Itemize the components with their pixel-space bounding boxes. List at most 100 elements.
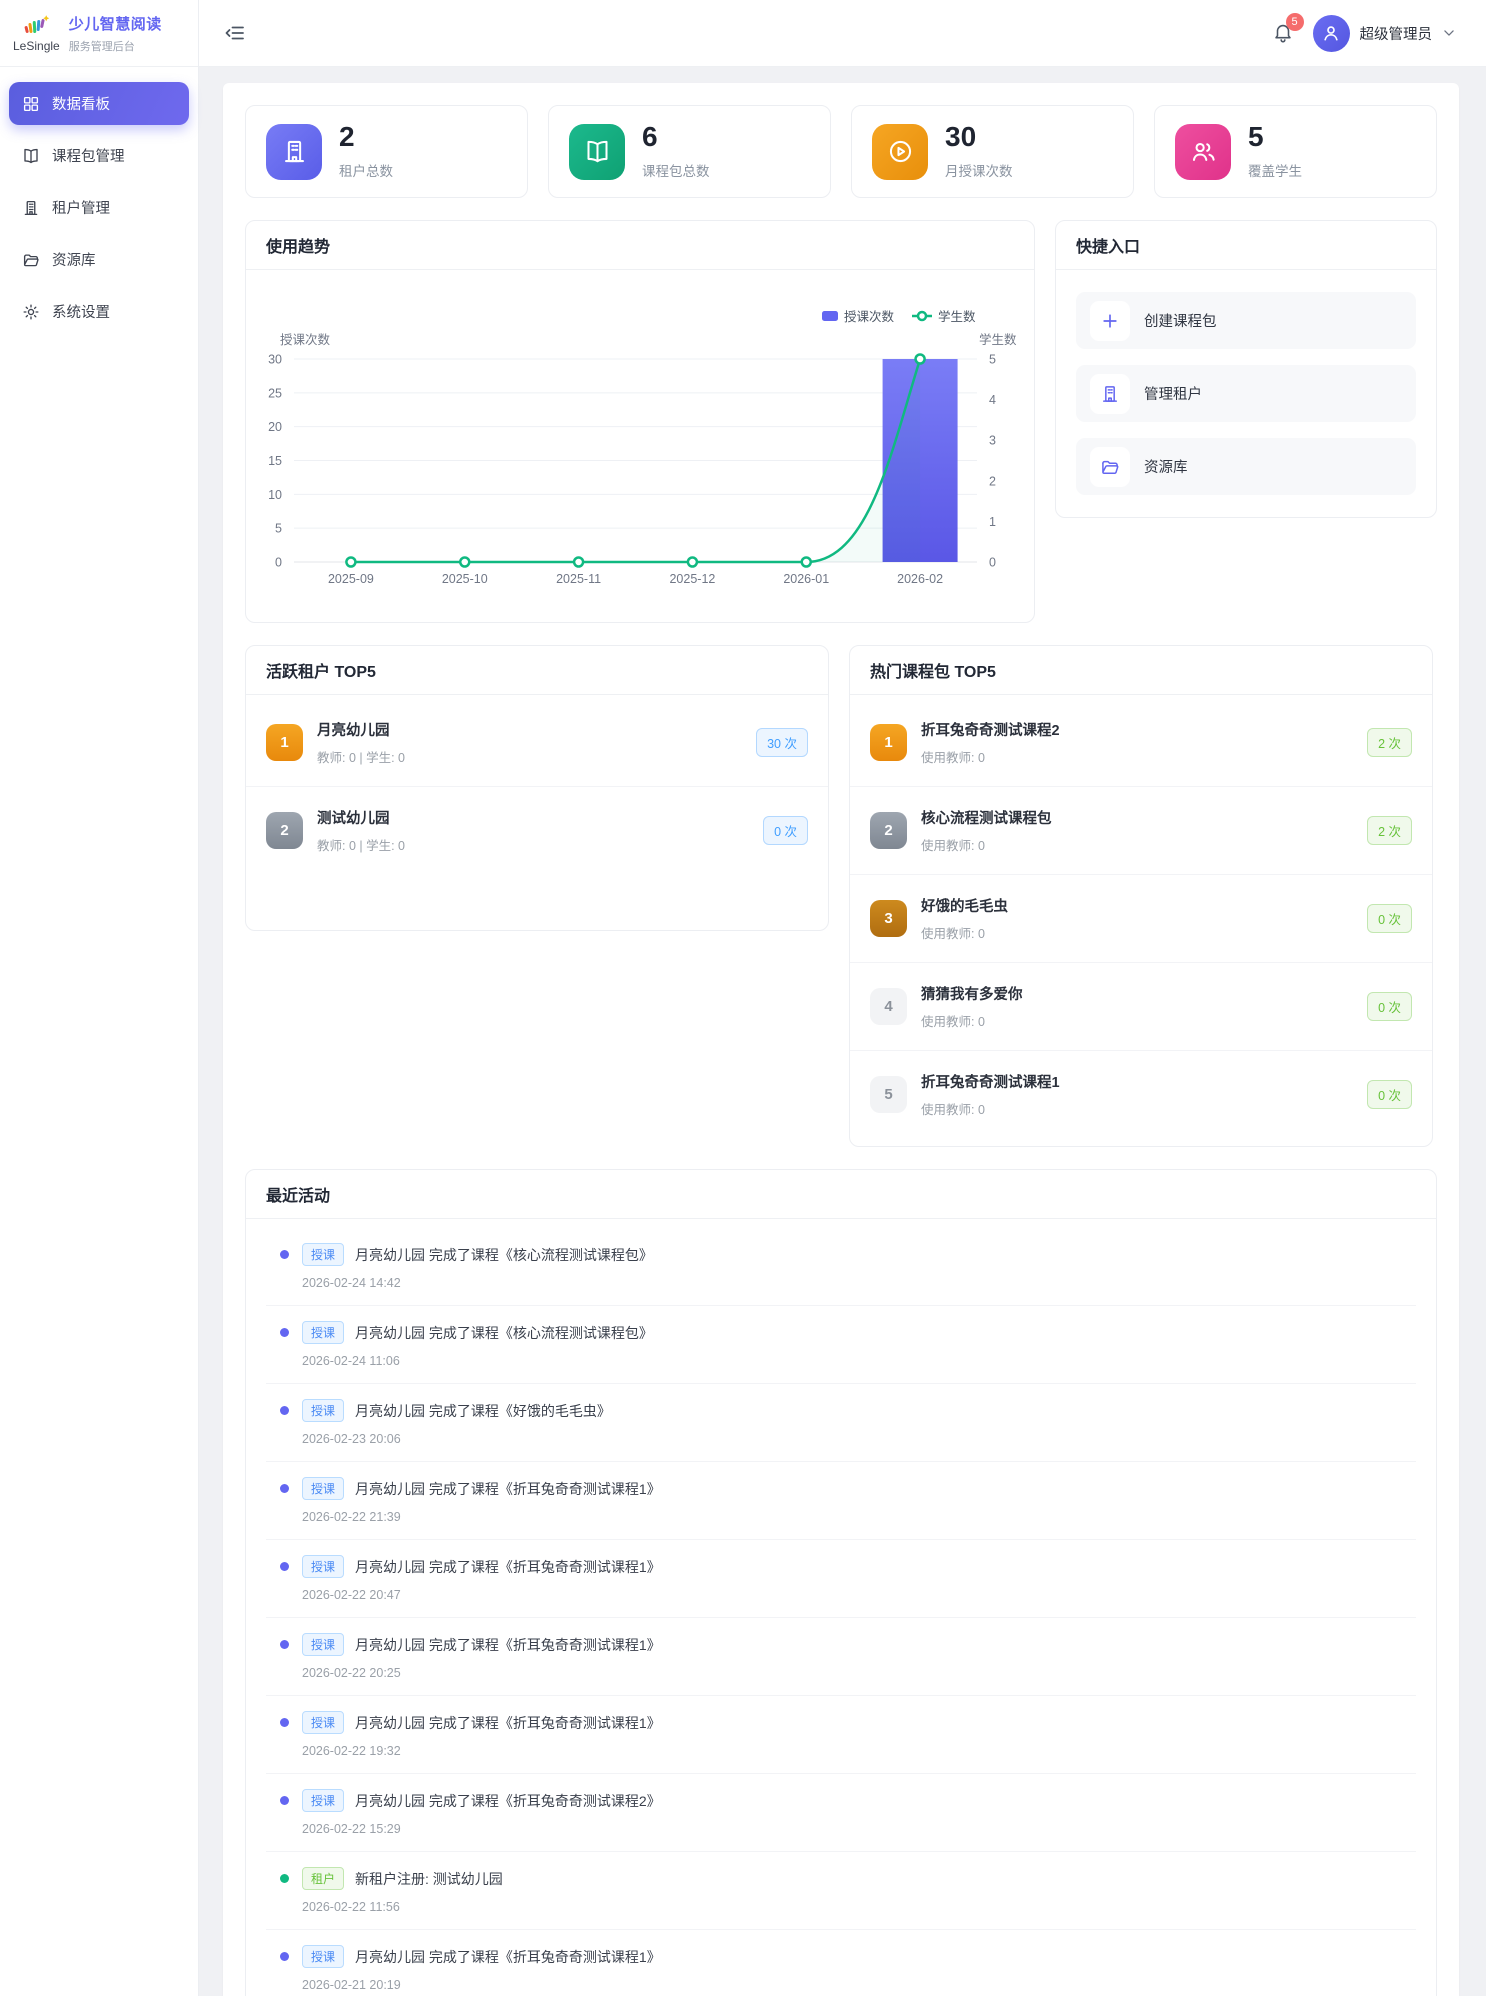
quick-entry-list: 创建课程包 管理租户 — [1056, 270, 1436, 517]
activity-item: 授课月亮幼儿园 完成了课程《折耳兔奇奇测试课程1》 2026-02-22 20:… — [266, 1618, 1416, 1696]
activity-dot — [280, 1250, 289, 1259]
stat-card-monthly-lessons: 30 月授课次数 — [851, 105, 1134, 198]
activity-type-badge: 授课 — [302, 1399, 344, 1422]
activity-text: 月亮幼儿园 完成了课程《折耳兔奇奇测试课程1》 — [355, 1557, 661, 1577]
svg-text:25: 25 — [268, 386, 282, 400]
rank-info: 测试幼儿园 教师: 0 | 学生: 0 — [317, 807, 763, 854]
logo-column: LeSingle — [13, 14, 60, 53]
building-icon — [22, 199, 40, 217]
activity-item: 授课月亮幼儿园 完成了课程《核心流程测试课程包》 2026-02-24 11:0… — [266, 1306, 1416, 1384]
plus-icon — [1090, 301, 1130, 341]
notification-badge: 5 — [1286, 13, 1304, 31]
sidebar-item-dashboard[interactable]: 数据看板 — [9, 82, 189, 125]
dashboard-container: 2 租户总数 6 课程包总数 — [223, 83, 1459, 1996]
package-row: 1 折耳兔奇奇测试课程2 使用教师: 0 2 次 — [850, 699, 1432, 787]
activity-type-badge: 授课 — [302, 1555, 344, 1578]
sidebar-item-label: 数据看板 — [52, 93, 110, 114]
quick-entry-label: 管理租户 — [1144, 383, 1202, 404]
main-area: 2 租户总数 6 课程包总数 — [199, 67, 1486, 1996]
sidebar-item-label: 租户管理 — [52, 197, 110, 218]
rank-badge: 2 — [266, 812, 303, 849]
activity-item: 授课月亮幼儿园 完成了课程《好饿的毛毛虫》 2026-02-23 20:06 — [266, 1384, 1416, 1462]
svg-text:2026-02: 2026-02 — [897, 572, 943, 586]
stat-icon-box — [266, 124, 322, 180]
sidebar-item-label: 课程包管理 — [52, 145, 125, 166]
sidebar-menu: 数据看板 课程包管理 租户管理 资源库 — [0, 67, 198, 357]
card-header: 快捷入口 — [1056, 221, 1436, 270]
sidebar-item-tenants[interactable]: 租户管理 — [9, 186, 189, 229]
activity-text: 月亮幼儿园 完成了课程《折耳兔奇奇测试课程2》 — [355, 1791, 661, 1811]
activity-text: 月亮幼儿园 完成了课程《折耳兔奇奇测试课程1》 — [355, 1635, 661, 1655]
activity-item: 授课月亮幼儿园 完成了课程《折耳兔奇奇测试课程1》 2026-02-21 20:… — [266, 1930, 1416, 1996]
svg-text:学生数: 学生数 — [979, 332, 1017, 347]
sidebar-item-course-packages[interactable]: 课程包管理 — [9, 134, 189, 177]
hot-packages-list: 1 折耳兔奇奇测试课程2 使用教师: 0 2 次 2 核心流程测试课程包 — [850, 695, 1432, 1146]
package-row: 3 好饿的毛毛虫 使用教师: 0 0 次 — [850, 875, 1432, 963]
stat-value: 5 — [1248, 123, 1302, 151]
recent-activity-card: 最近活动 授课月亮幼儿园 完成了课程《核心流程测试课程包》 2026-02-24… — [245, 1169, 1437, 1996]
stat-icon-box — [569, 124, 625, 180]
activity-list: 授课月亮幼儿园 完成了课程《核心流程测试课程包》 2026-02-24 14:4… — [246, 1219, 1436, 1996]
gear-icon — [22, 303, 40, 321]
activity-item: 授课月亮幼儿园 完成了课程《折耳兔奇奇测试课程1》 2026-02-22 19:… — [266, 1696, 1416, 1774]
stat-label: 租户总数 — [339, 160, 393, 180]
rank-info: 核心流程测试课程包 使用教师: 0 — [921, 807, 1367, 854]
user-name: 超级管理员 — [1360, 23, 1433, 44]
book-icon — [22, 147, 40, 165]
tenant-row: 1 月亮幼儿园 教师: 0 | 学生: 0 30 次 — [246, 699, 828, 787]
svg-text:1: 1 — [989, 515, 996, 529]
stat-label: 月授课次数 — [945, 160, 1013, 180]
tenant-sub: 教师: 0 | 学生: 0 — [317, 835, 763, 854]
activity-type-badge: 授课 — [302, 1477, 344, 1500]
logo-text: LeSingle — [13, 39, 60, 53]
package-name: 猜猜我有多爱你 — [921, 983, 1367, 1004]
rank-info: 好饿的毛毛虫 使用教师: 0 — [921, 895, 1367, 942]
activity-time: 2026-02-22 20:25 — [302, 1666, 1416, 1680]
app-root: LeSingle 少儿智慧阅读 服务管理后台 数据看板 课程包管理 — [0, 0, 1486, 1996]
user-menu[interactable]: 超级管理员 — [1313, 15, 1457, 52]
rank-info: 折耳兔奇奇测试课程2 使用教师: 0 — [921, 719, 1367, 766]
hot-packages-card: 热门课程包 TOP5 1 折耳兔奇奇测试课程2 使用教师: 0 2 次 — [849, 645, 1433, 1147]
tenant-sub: 教师: 0 | 学生: 0 — [317, 747, 756, 766]
svg-text:10: 10 — [268, 488, 282, 502]
rank-badge: 5 — [870, 1076, 907, 1113]
rank-badge: 1 — [266, 724, 303, 761]
quick-entry-manage-tenants[interactable]: 管理租户 — [1076, 365, 1416, 422]
users-icon — [1190, 138, 1217, 165]
lesson-count-badge: 0 次 — [763, 816, 808, 845]
activity-item: 授课月亮幼儿园 完成了课程《折耳兔奇奇测试课程1》 2026-02-22 21:… — [266, 1462, 1416, 1540]
svg-text:30: 30 — [268, 353, 282, 367]
usage-count-badge: 2 次 — [1367, 816, 1412, 845]
quick-entry-card: 快捷入口 创建课程包 — [1055, 220, 1437, 518]
activity-time: 2026-02-22 11:56 — [302, 1900, 1416, 1914]
quick-entry-create-package[interactable]: 创建课程包 — [1076, 292, 1416, 349]
svg-text:15: 15 — [268, 454, 282, 468]
card-header: 活跃租户 TOP5 — [246, 646, 828, 695]
rank-info: 折耳兔奇奇测试课程1 使用教师: 0 — [921, 1071, 1367, 1118]
tenant-row: 2 测试幼儿园 教师: 0 | 学生: 0 0 次 — [246, 787, 828, 874]
activity-dot — [280, 1796, 289, 1805]
book-icon — [584, 138, 611, 165]
sidebar-item-settings[interactable]: 系统设置 — [9, 290, 189, 333]
sidebar-collapse-button[interactable] — [223, 21, 247, 45]
activity-item: 租户新租户注册: 测试幼儿园 2026-02-22 11:56 — [266, 1852, 1416, 1930]
building-icon — [281, 138, 308, 165]
activity-type-badge: 授课 — [302, 1789, 344, 1812]
stat-value: 30 — [945, 123, 1013, 151]
svg-text:2025-10: 2025-10 — [442, 572, 488, 586]
activity-time: 2026-02-22 20:47 — [302, 1588, 1416, 1602]
sidebar-item-resources[interactable]: 资源库 — [9, 238, 189, 281]
activity-dot — [280, 1562, 289, 1571]
tenant-name: 月亮幼儿园 — [317, 719, 756, 740]
quick-entry-label: 资源库 — [1144, 456, 1188, 477]
notifications-button[interactable]: 5 — [1272, 21, 1294, 45]
stat-texts: 5 覆盖学生 — [1248, 123, 1302, 180]
svg-text:授课次数: 授课次数 — [844, 309, 895, 324]
quick-entry-resources[interactable]: 资源库 — [1076, 438, 1416, 495]
rank-badge: 3 — [870, 900, 907, 937]
avatar — [1313, 15, 1350, 52]
rank-badge: 1 — [870, 724, 907, 761]
card-header: 最近活动 — [246, 1170, 1436, 1219]
usage-count-badge: 0 次 — [1367, 904, 1412, 933]
stat-texts: 6 课程包总数 — [642, 123, 710, 180]
